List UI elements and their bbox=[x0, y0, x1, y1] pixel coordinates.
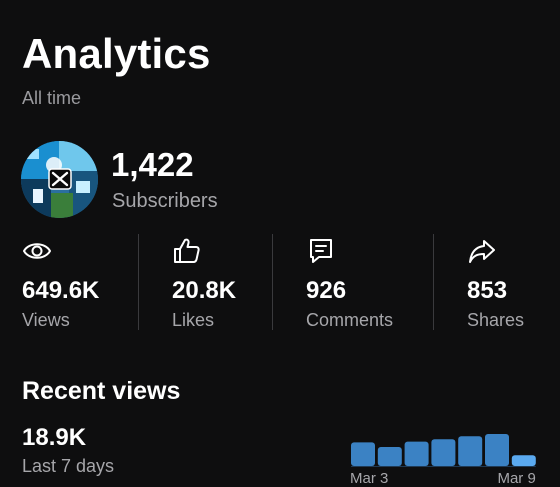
comments-label: Comments bbox=[306, 310, 394, 330]
shares-label: Shares bbox=[467, 310, 525, 330]
divider bbox=[138, 234, 139, 330]
recent-views-value: 18.9K bbox=[22, 424, 87, 451]
chart-tick-label: Mar 9 bbox=[497, 470, 535, 487]
recent-views-period: Last 7 days bbox=[22, 456, 115, 476]
chart-bar-mar-7[interactable] bbox=[458, 436, 483, 466]
share-icon bbox=[469, 240, 495, 263]
avatar[interactable] bbox=[21, 141, 98, 218]
recent-views-title: Recent views bbox=[22, 377, 181, 405]
comment-icon bbox=[310, 239, 332, 263]
views-value: 649.6K bbox=[22, 277, 100, 304]
chart-tick-label: Mar 3 bbox=[350, 470, 388, 487]
divider bbox=[272, 234, 273, 330]
comments-value: 926 bbox=[306, 277, 347, 304]
subscriber-label: Subscribers bbox=[112, 190, 218, 212]
thumbs-up-icon bbox=[174, 238, 200, 263]
chart-bar-mar-4[interactable] bbox=[377, 447, 402, 466]
recent-views-chart[interactable]: Mar 3 Mar 9 bbox=[345, 420, 545, 487]
subscriber-count: 1,422 bbox=[111, 146, 194, 183]
views-label: Views bbox=[22, 310, 70, 330]
capcut-logo-icon bbox=[21, 141, 98, 218]
chart-bar-mar-6[interactable] bbox=[431, 439, 456, 466]
divider bbox=[433, 234, 434, 330]
time-range-label[interactable]: All time bbox=[22, 87, 81, 109]
chart-bar-mar-9[interactable] bbox=[511, 455, 536, 466]
likes-value: 20.8K bbox=[172, 277, 237, 304]
shares-value: 853 bbox=[467, 277, 508, 304]
likes-label: Likes bbox=[172, 310, 215, 330]
chart-bar-mar-5[interactable] bbox=[404, 441, 429, 466]
chart-bar-mar-3[interactable] bbox=[351, 442, 375, 466]
eye-icon bbox=[23, 243, 51, 259]
chart-bar-mar-8[interactable] bbox=[485, 434, 509, 466]
page-title: Analytics bbox=[22, 30, 211, 77]
